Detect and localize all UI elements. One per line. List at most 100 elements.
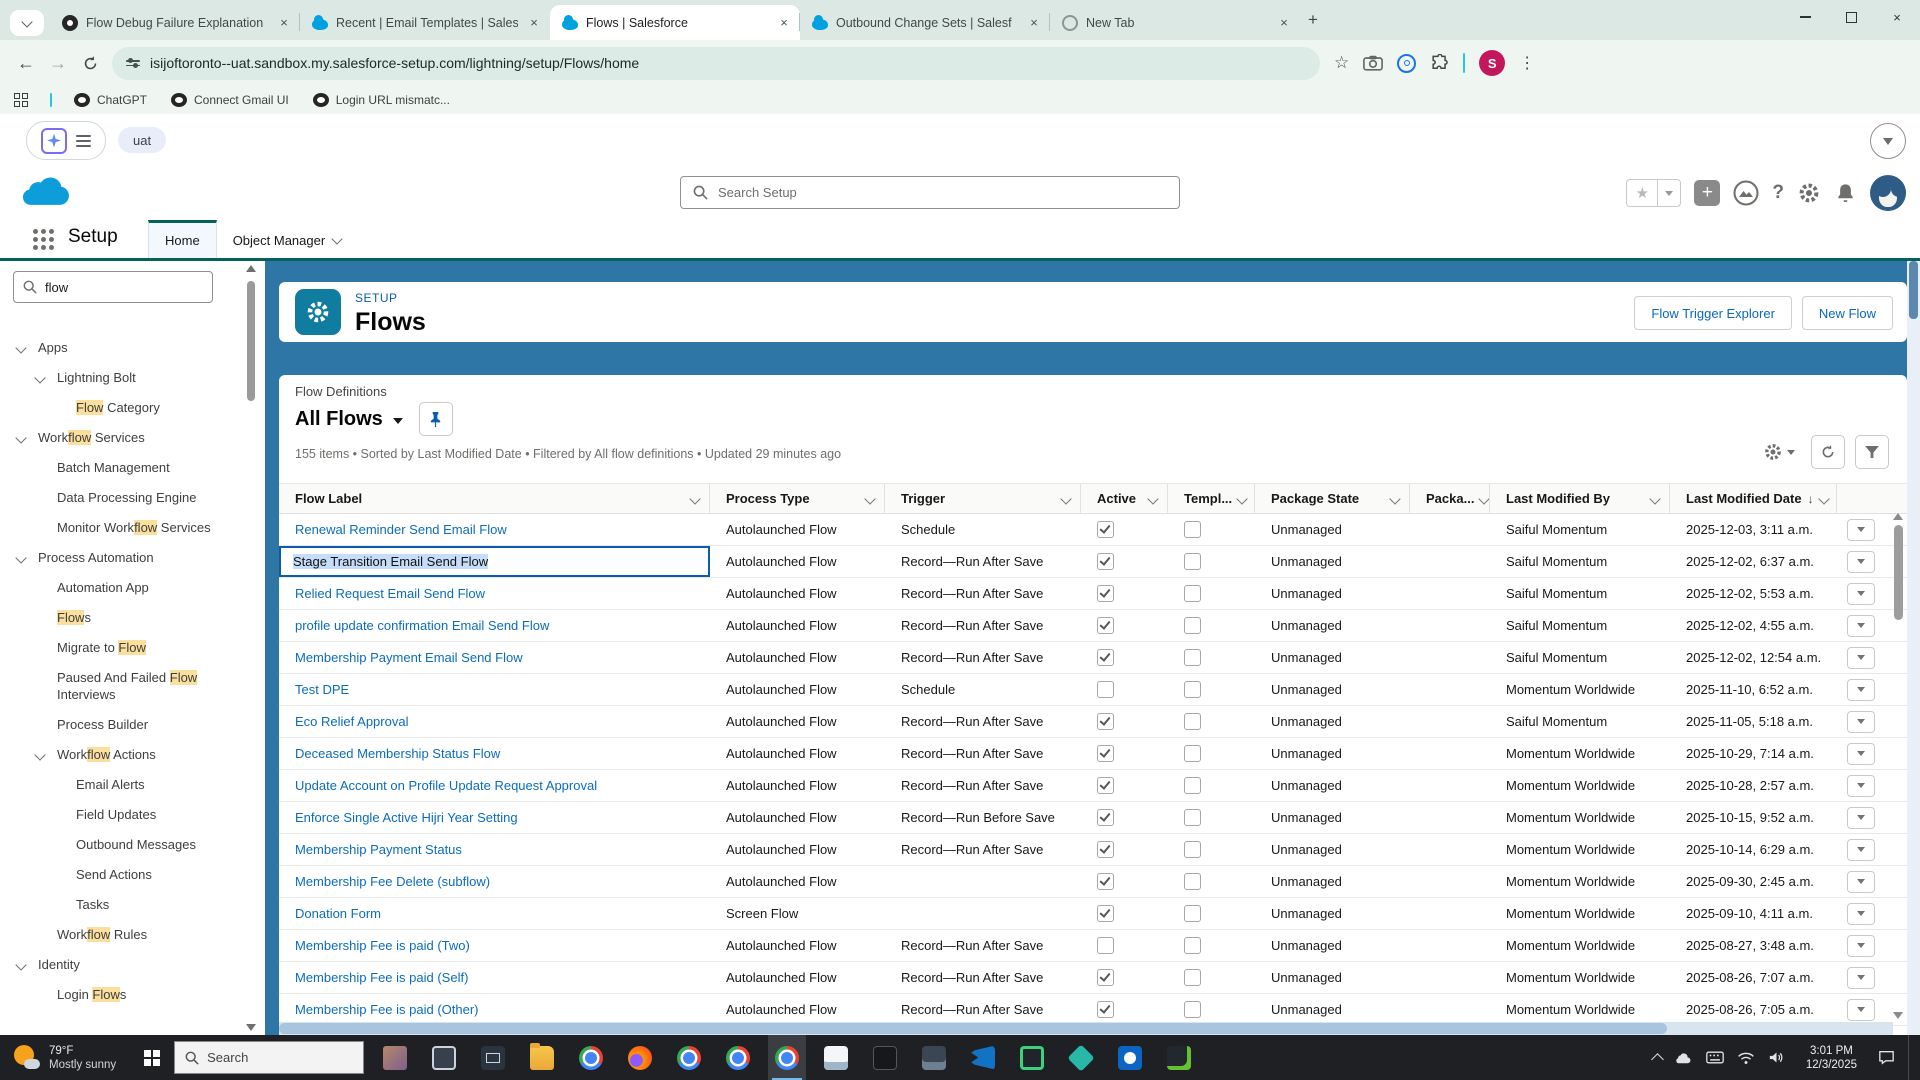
template-checkbox[interactable] (1184, 617, 1201, 635)
sidebar-scrollbar[interactable] (246, 265, 256, 1031)
active-checkbox[interactable] (1097, 713, 1114, 731)
favorites-button[interactable]: ★ (1626, 179, 1682, 207)
row-actions-button[interactable] (1847, 966, 1875, 989)
weather-widget[interactable]: 79°F Mostly sunny (0, 1035, 130, 1080)
template-checkbox[interactable] (1184, 809, 1201, 827)
sidebar-item[interactable]: Monitor Workflow Services (0, 519, 237, 536)
tab-close-icon[interactable]: × (1276, 15, 1292, 31)
tray-expand-icon[interactable] (1650, 1053, 1664, 1066)
sparkle-menu-pill[interactable] (26, 121, 106, 160)
tab-close-icon[interactable]: × (1026, 15, 1042, 31)
active-checkbox[interactable] (1097, 681, 1114, 699)
back-button[interactable]: ← (10, 47, 42, 79)
active-checkbox[interactable] (1097, 969, 1114, 987)
list-view-name[interactable]: All Flows (295, 408, 383, 431)
keyboard-icon[interactable] (1705, 1051, 1724, 1064)
design-app-icon[interactable] (1062, 1035, 1100, 1080)
sidebar-item[interactable]: Process Builder (0, 716, 237, 733)
page-scrollbar[interactable] (1907, 261, 1920, 1035)
chevron-down-icon[interactable] (1478, 492, 1489, 505)
forward-button[interactable]: → (42, 47, 74, 79)
column-header-templ-[interactable]: Templ... (1168, 484, 1255, 513)
password-manager-icon[interactable] (1397, 53, 1417, 73)
sidebar-item[interactable]: Apps (0, 339, 237, 356)
sidebar-item[interactable]: Field Updates (0, 806, 237, 823)
taskbar-search-box[interactable]: Search (174, 1041, 365, 1074)
column-header-process-type[interactable]: Process Type (710, 484, 885, 513)
setup-quick-find-input[interactable]: flow (13, 271, 213, 303)
photos-app-icon[interactable] (915, 1035, 953, 1080)
flow-label-cell[interactable]: Membership Fee is paid (Self) (279, 970, 710, 985)
template-checkbox[interactable] (1184, 969, 1201, 987)
app-launcher-icon[interactable] (33, 229, 54, 250)
scroll-down-icon[interactable] (1893, 1012, 1903, 1019)
column-header-active[interactable]: Active (1081, 484, 1168, 513)
chevron-down-icon[interactable] (1817, 492, 1830, 505)
tab-close-icon[interactable]: × (276, 15, 292, 31)
tab-close-icon[interactable]: × (776, 15, 792, 31)
browser-tab[interactable]: Recent | Email Templates | Sales × (299, 5, 550, 40)
scrollbar-thumb[interactable] (1894, 525, 1903, 620)
sidebar-item[interactable]: Workflow Actions (0, 746, 237, 763)
chrome-profile-3-icon[interactable] (719, 1035, 757, 1080)
sidebar-item[interactable]: Workflow Services (0, 429, 237, 446)
firefox-icon[interactable] (621, 1035, 659, 1080)
sidebar-item[interactable]: Batch Management (0, 459, 237, 476)
active-checkbox[interactable] (1097, 649, 1114, 667)
window-maximize-button[interactable] (1828, 0, 1874, 34)
browser-tab[interactable]: Outbound Change Sets | Salesf × (799, 5, 1050, 40)
apps-grid-icon[interactable] (14, 93, 28, 107)
active-checkbox[interactable] (1097, 1001, 1114, 1019)
scroll-down-icon[interactable] (246, 1024, 256, 1031)
global-search-input[interactable]: Search Setup (680, 176, 1180, 209)
chrome-profile-2-icon[interactable] (670, 1035, 708, 1080)
new-flow-button[interactable]: New Flow (1801, 296, 1893, 330)
chevron-down-icon[interactable] (34, 749, 46, 761)
chevron-down-icon[interactable] (1649, 492, 1661, 505)
sidebar-item[interactable]: Login Flows (0, 986, 237, 1003)
sidebar-item[interactable]: Identity (0, 956, 237, 973)
start-button[interactable] (130, 1035, 174, 1080)
show-desktop-button[interactable] (1908, 1035, 1914, 1080)
tab-search-button[interactable] (10, 10, 44, 36)
row-actions-button[interactable] (1847, 934, 1875, 957)
template-checkbox[interactable] (1184, 713, 1201, 731)
active-checkbox[interactable] (1097, 745, 1114, 763)
template-checkbox[interactable] (1184, 649, 1201, 667)
reload-button[interactable] (74, 47, 106, 79)
template-checkbox[interactable] (1184, 841, 1201, 859)
row-actions-button[interactable] (1847, 806, 1875, 829)
active-checkbox[interactable] (1097, 809, 1114, 827)
mail-app-icon[interactable] (474, 1035, 512, 1080)
column-header-last-modified-by[interactable]: Last Modified By (1490, 484, 1670, 513)
active-checkbox[interactable] (1097, 617, 1114, 635)
flow-label-cell[interactable]: Donation Form (279, 906, 710, 921)
chevron-down-icon[interactable] (15, 959, 27, 971)
hamburger-menu-icon[interactable] (76, 134, 91, 147)
pycharm-icon[interactable] (1013, 1035, 1051, 1080)
user-avatar[interactable] (1870, 175, 1906, 211)
flow-label-cell[interactable]: Membership Payment Status (279, 842, 710, 857)
browser-tab[interactable]: Flow Debug Failure Explanation × (50, 5, 300, 40)
notifications-bell-icon[interactable] (1834, 181, 1857, 205)
bookmark-item[interactable]: Login URL mismatc... (312, 93, 450, 107)
column-header-flow-label[interactable]: Flow Label (279, 484, 710, 513)
list-settings-button[interactable] (1763, 442, 1795, 462)
column-header-last-modified-date[interactable]: Last Modified Date ↓ (1670, 484, 1837, 513)
row-actions-button[interactable] (1847, 870, 1875, 893)
browser-tab[interactable]: Flows | Salesforce × (550, 5, 800, 40)
site-settings-icon[interactable] (126, 58, 140, 67)
sidebar-item[interactable]: Data Processing Engine (0, 489, 237, 506)
flow-label-cell[interactable]: Update Account on Profile Update Request… (279, 778, 710, 793)
template-checkbox[interactable] (1184, 937, 1201, 955)
user-app-icon[interactable] (376, 1035, 414, 1080)
row-actions-button[interactable] (1847, 614, 1875, 637)
template-checkbox[interactable] (1184, 777, 1201, 795)
sidebar-item[interactable]: Email Alerts (0, 776, 237, 793)
chevron-down-icon[interactable] (1147, 492, 1159, 505)
volume-icon[interactable] (1768, 1050, 1785, 1065)
terminal-icon[interactable] (866, 1035, 904, 1080)
dev-tool-icon[interactable] (1160, 1035, 1198, 1080)
flow-trigger-explorer-button[interactable]: Flow Trigger Explorer (1634, 296, 1792, 330)
browser-tab[interactable]: New Tab × (1049, 5, 1300, 40)
